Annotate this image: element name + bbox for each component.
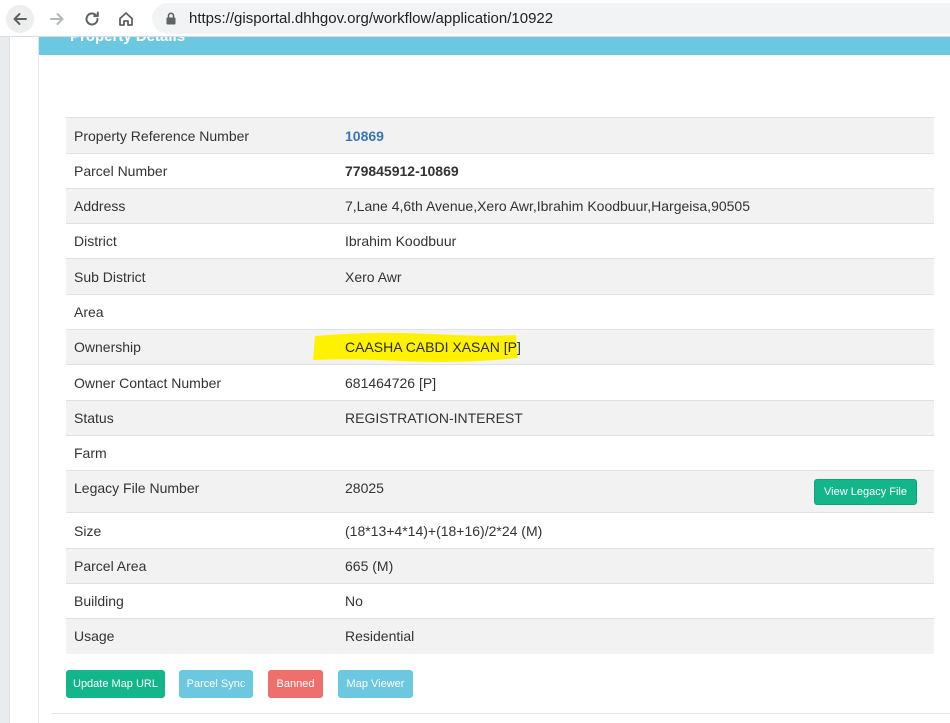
row-label: Usage bbox=[74, 628, 115, 645]
building-value: No bbox=[345, 593, 363, 609]
lock-icon bbox=[166, 12, 176, 25]
table-row: Size (18*13+4*14)+(18+16)/2*24 (M) bbox=[66, 512, 934, 549]
parcel-sync-button[interactable]: Parcel Sync bbox=[179, 670, 253, 698]
property-reference-link[interactable]: 10869 bbox=[345, 128, 384, 144]
table-row: Sub District Xero Awr bbox=[66, 258, 934, 295]
table-row: Area bbox=[66, 294, 934, 330]
table-row: Building No bbox=[66, 583, 934, 619]
row-label: Status bbox=[74, 410, 114, 426]
home-button[interactable] bbox=[112, 5, 140, 33]
browser-toolbar: https://gisportal.dhhgov.org/workflow/ap… bbox=[0, 0, 950, 37]
reload-icon bbox=[85, 11, 99, 26]
district-value: Ibrahim Koodbuur bbox=[345, 233, 457, 249]
arrow-left-icon bbox=[13, 13, 27, 25]
sub-district-value: Xero Awr bbox=[345, 268, 402, 285]
url-text[interactable]: https://gisportal.dhhgov.org/workflow/ap… bbox=[189, 10, 553, 27]
row-label: Property Reference Number bbox=[74, 127, 250, 144]
row-label: Building bbox=[74, 593, 124, 609]
row-label: Parcel Area bbox=[74, 558, 147, 574]
row-label: Address bbox=[74, 198, 126, 214]
owner-contact-value: 681464726 [P] bbox=[345, 374, 437, 391]
area-value bbox=[337, 295, 934, 330]
table-row: Usage Residential bbox=[66, 618, 934, 654]
divider bbox=[52, 713, 950, 714]
reload-button[interactable] bbox=[78, 5, 106, 33]
address-bar[interactable]: https://gisportal.dhhgov.org/workflow/ap… bbox=[152, 3, 950, 34]
property-details-table: Property Reference Number 10869 Parcel N… bbox=[66, 117, 934, 654]
table-row: District Ibrahim Koodbuur bbox=[66, 223, 934, 259]
table-row: Owner Contact Number 681464726 [P] bbox=[66, 364, 934, 401]
view-legacy-file-button[interactable]: View Legacy File bbox=[814, 479, 917, 505]
arrow-right-icon bbox=[50, 13, 64, 25]
status-value: REGISTRATION-INTEREST bbox=[345, 410, 523, 426]
table-row: Status REGISTRATION-INTEREST bbox=[66, 400, 934, 436]
panel-header: Property Details bbox=[39, 37, 950, 55]
table-row: Address 7,Lane 4,6th Avenue,Xero Awr,Ibr… bbox=[66, 188, 934, 224]
table-row: Property Reference Number 10869 bbox=[66, 117, 934, 154]
parcel-number-value: 779845912-10869 bbox=[345, 163, 459, 179]
panel-title: Property Details bbox=[70, 37, 185, 45]
banned-button[interactable]: Banned bbox=[268, 670, 323, 698]
row-label: Area bbox=[74, 304, 104, 320]
map-viewer-button[interactable]: Map Viewer bbox=[338, 670, 413, 698]
row-label: Sub District bbox=[74, 268, 146, 285]
legacy-file-number-value: 28025 bbox=[345, 480, 384, 496]
usage-value: Residential bbox=[345, 628, 415, 645]
row-label: District bbox=[74, 233, 117, 249]
table-row: Ownership CAASHA CABDI XASAN [P] bbox=[66, 329, 934, 365]
left-sidebar-edge bbox=[0, 37, 10, 723]
ownership-value: CAASHA CABDI XASAN [P] bbox=[345, 339, 521, 355]
update-map-url-button[interactable]: Update Map URL bbox=[66, 670, 165, 698]
row-label: Ownership bbox=[74, 339, 141, 355]
forward-button[interactable] bbox=[43, 5, 71, 33]
size-value: (18*13+4*14)+(18+16)/2*24 (M) bbox=[345, 522, 543, 539]
row-label: Owner Contact Number bbox=[74, 374, 222, 391]
table-row: Legacy File Number 28025 View Legacy Fil… bbox=[66, 470, 934, 513]
back-button[interactable] bbox=[6, 5, 34, 33]
table-row: Parcel Number 779845912-10869 bbox=[66, 153, 934, 189]
farm-value bbox=[337, 436, 934, 471]
parcel-area-value: 665 (M) bbox=[345, 558, 394, 574]
row-label: Farm bbox=[74, 445, 107, 461]
home-icon bbox=[119, 12, 133, 26]
row-label: Legacy File Number bbox=[74, 480, 200, 496]
table-row: Farm bbox=[66, 435, 934, 471]
row-label: Parcel Number bbox=[74, 163, 168, 179]
table-row: Parcel Area 665 (M) bbox=[66, 548, 934, 584]
address-value: 7,Lane 4,6th Avenue,Xero Awr,Ibrahim Koo… bbox=[345, 198, 751, 214]
row-label: Size bbox=[74, 522, 102, 539]
